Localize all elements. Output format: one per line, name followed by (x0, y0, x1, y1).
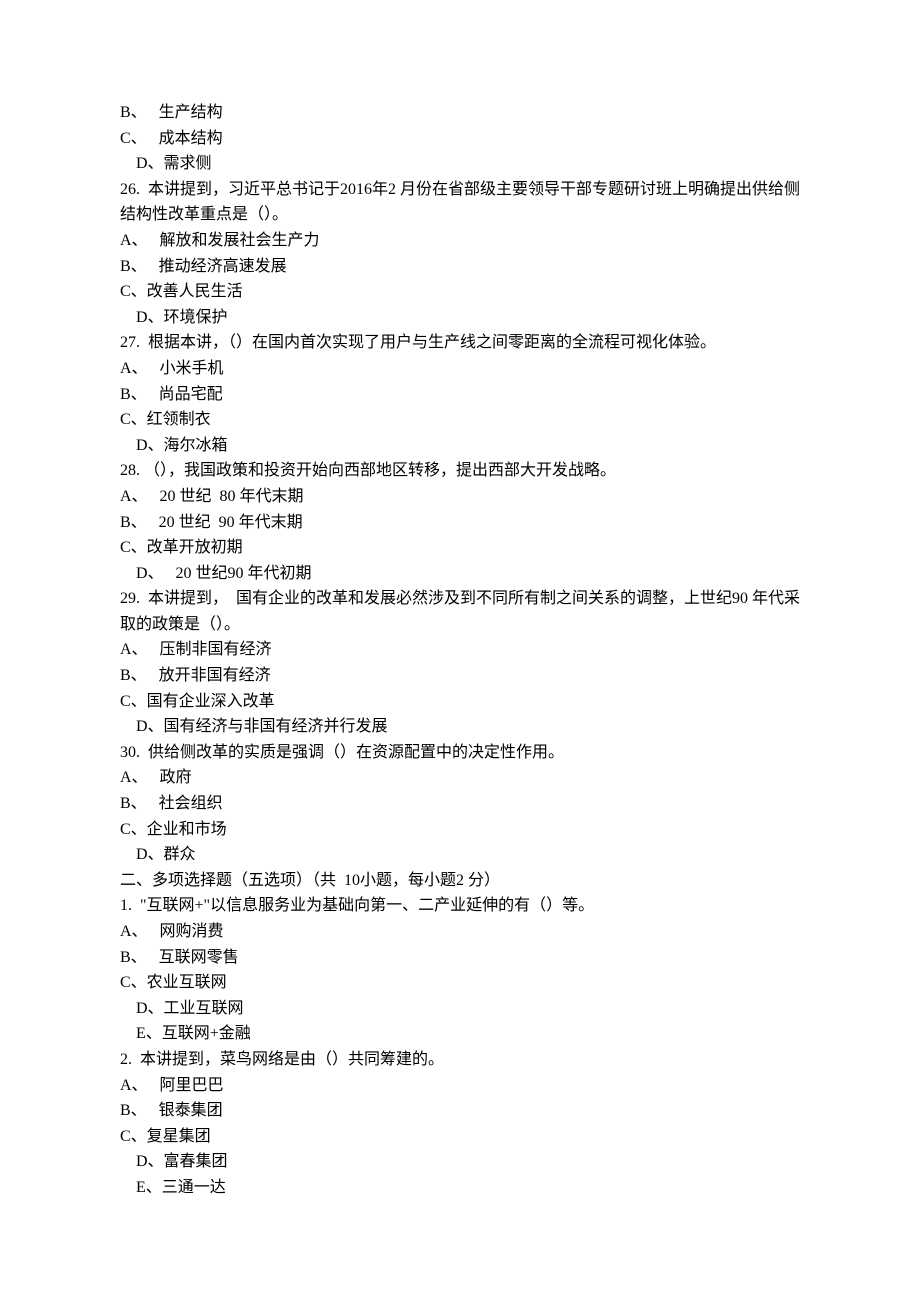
text-line: D、群众 (120, 842, 800, 868)
text-line: 27. 根据本讲，（）在国内首次实现了用户与生产线之间零距离的全流程可视化体验。 (120, 330, 800, 356)
text-line: C、企业和市场 (120, 817, 800, 843)
text-line: C、红领制衣 (120, 407, 800, 433)
text-line: 1. "互联网+"以信息服务业为基础向第一、二产业延伸的有（）等。 (120, 893, 800, 919)
text-line: A、 政府 (120, 765, 800, 791)
text-line: B、 20 世纪 90 年代末期 (120, 510, 800, 536)
text-line: B、 尚品宅配 (120, 382, 800, 408)
text-line: 26. 本讲提到，习近平总书记于2016年2 月份在省部级主要领导干部专题研讨班… (120, 177, 800, 228)
text-line: D、海尔冰箱 (120, 433, 800, 459)
text-line: A、 小米手机 (120, 356, 800, 382)
text-line: 二、多项选择题（五选项）（共 10小题，每小题2 分） (120, 868, 800, 894)
text-line: B、 生产结构 (120, 100, 800, 126)
text-line: B、 银泰集团 (120, 1098, 800, 1124)
text-line: A、 压制非国有经济 (120, 637, 800, 663)
text-line: D、富春集团 (120, 1149, 800, 1175)
text-line: B、 社会组织 (120, 791, 800, 817)
text-line: C、 成本结构 (120, 126, 800, 152)
text-line: B、 放开非国有经济 (120, 663, 800, 689)
text-line: A、 解放和发展社会生产力 (120, 228, 800, 254)
text-line: D、需求侧 (120, 151, 800, 177)
text-line: D、 20 世纪90 年代初期 (120, 561, 800, 587)
text-line: D、国有经济与非国有经济并行发展 (120, 714, 800, 740)
text-line: 29. 本讲提到， 国有企业的改革和发展必然涉及到不同所有制之间关系的调整，上世… (120, 586, 800, 637)
text-line: B、 互联网零售 (120, 945, 800, 971)
text-line: C、改革开放初期 (120, 535, 800, 561)
text-line: 30. 供给侧改革的实质是强调（）在资源配置中的决定性作用。 (120, 740, 800, 766)
text-line: E、互联网+金融 (120, 1021, 800, 1047)
text-line: A、 阿里巴巴 (120, 1073, 800, 1099)
text-line: C、复星集团 (120, 1124, 800, 1150)
text-line: B、 推动经济高速发展 (120, 254, 800, 280)
text-line: C、农业互联网 (120, 970, 800, 996)
text-line: D、工业互联网 (120, 996, 800, 1022)
text-line: 2. 本讲提到，菜鸟网络是由（）共同筹建的。 (120, 1047, 800, 1073)
text-line: C、改善人民生活 (120, 279, 800, 305)
document-page: B、 生产结构C、 成本结构D、需求侧26. 本讲提到，习近平总书记于2016年… (0, 0, 920, 1301)
text-line: 28. （），我国政策和投资开始向西部地区转移，提出西部大开发战略。 (120, 458, 800, 484)
text-line: E、三通一达 (120, 1175, 800, 1201)
text-line: A、 网购消费 (120, 919, 800, 945)
text-line: C、国有企业深入改革 (120, 689, 800, 715)
text-line: A、 20 世纪 80 年代末期 (120, 484, 800, 510)
text-line: D、环境保护 (120, 305, 800, 331)
